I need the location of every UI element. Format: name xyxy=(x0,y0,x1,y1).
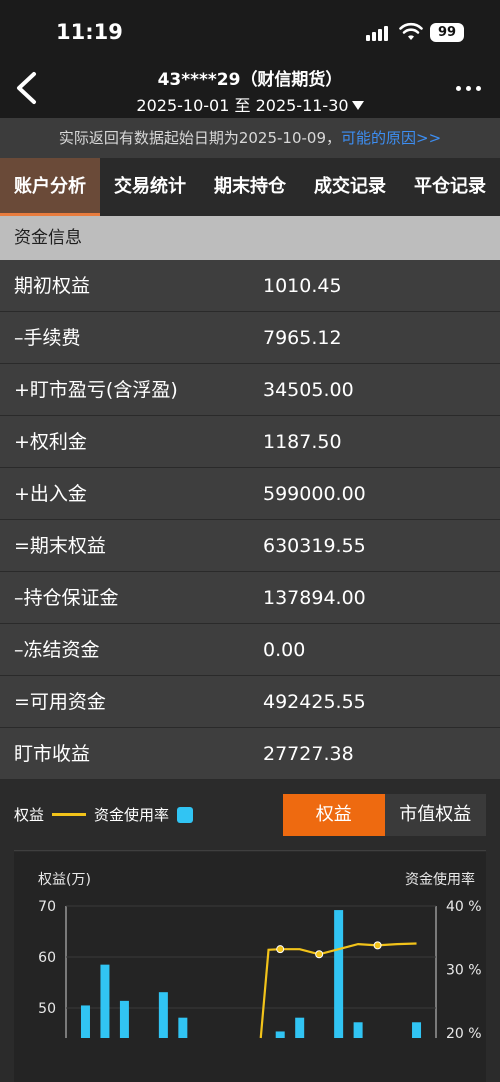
status-time: 11:19 xyxy=(56,20,123,44)
row-value: 1010.45 xyxy=(263,275,342,297)
list-item: 期初权益 1010.45 xyxy=(0,260,500,312)
row-label: +出入金 xyxy=(14,483,87,505)
row-value: 27727.38 xyxy=(263,743,354,765)
row-label: –持仓保证金 xyxy=(14,587,119,609)
right-tick-label: 40 % xyxy=(446,899,482,915)
list-item: –手续费 7965.12 xyxy=(0,312,500,364)
notice-text: 实际返回有数据起始日期为2025-10-09， xyxy=(58,129,342,147)
left-axis-title: 权益(万) xyxy=(38,872,91,888)
bar xyxy=(119,1000,129,1038)
equity-usage-chart: 权益(万) 资金使用率 70 60 50 40 % 30 % 20 % xyxy=(14,852,486,1082)
row-label: +权利金 xyxy=(14,431,87,453)
row-label: +盯市盈亏(含浮盈) xyxy=(14,379,178,401)
status-bar: 11:19 99 xyxy=(0,0,500,60)
tab-account-analysis[interactable]: 账户分析 xyxy=(0,158,100,216)
row-value: 1187.50 xyxy=(263,431,342,453)
right-tick-label: 30 % xyxy=(446,963,482,979)
left-tick-label: 60 xyxy=(38,950,56,966)
line-point xyxy=(315,950,324,959)
row-value: 0.00 xyxy=(263,639,306,661)
account-title: 43****29（财信期货） xyxy=(157,70,343,90)
right-axis-title: 资金使用率 xyxy=(405,871,475,888)
notice-reason-link[interactable]: 可能的原因>> xyxy=(341,129,441,147)
bar xyxy=(412,1022,422,1038)
bar xyxy=(158,992,168,1038)
tab-bar: 账户分析 交易统计 期末持仓 成交记录 平仓记录 xyxy=(0,158,500,216)
tab-close-records[interactable]: 平仓记录 xyxy=(400,158,500,216)
row-label: –冻结资金 xyxy=(14,639,100,661)
row-label: –手续费 xyxy=(14,327,81,349)
more-icon[interactable] xyxy=(456,84,484,94)
bar xyxy=(80,1005,90,1038)
row-value: 492425.55 xyxy=(263,691,366,713)
chart-panel: 权益 资金使用率 权益 市值权益 权益(万) 资金使用率 70 60 50 40 % 3… xyxy=(0,780,500,1082)
row-value: 137894.00 xyxy=(263,587,366,609)
fund-info-list: 期初权益 1010.45 –手续费 7965.12 +盯市盈亏(含浮盈) 34505.… xyxy=(0,260,500,780)
left-tick-label: 50 xyxy=(38,1001,56,1017)
row-label: 期初权益 xyxy=(14,275,91,297)
data-notice: 实际返回有数据起始日期为2025-10-09，可能的原因>> xyxy=(0,118,500,158)
battery-icon: 99 xyxy=(430,23,464,42)
signal-icon xyxy=(366,25,392,41)
tab-trade-records[interactable]: 成交记录 xyxy=(300,158,400,216)
fund-info-header: 资金信息 xyxy=(0,216,500,260)
date-range-selector[interactable]: 2025-10-01 至 2025-11-30 xyxy=(0,92,500,116)
list-item: +出入金 599000.00 xyxy=(0,468,500,520)
bar xyxy=(178,1017,188,1038)
list-item: =期末权益 630319.55 xyxy=(0,520,500,572)
list-item: 盯市收益 27727.38 xyxy=(0,728,500,780)
row-label: 盯市收益 xyxy=(14,743,91,765)
bar xyxy=(275,1031,285,1038)
row-value: 630319.55 xyxy=(263,535,366,557)
bar xyxy=(353,1022,363,1038)
row-value: 599000.00 xyxy=(263,483,366,505)
list-item: –持仓保证金 137894.00 xyxy=(0,572,500,624)
row-label: =期末权益 xyxy=(14,535,106,557)
list-item: +盯市盈亏(含浮盈) 34505.00 xyxy=(0,364,500,416)
wifi-icon xyxy=(399,22,423,40)
right-tick-label: 20 % xyxy=(446,1026,482,1042)
row-label: =可用资金 xyxy=(14,691,106,713)
nav-bar: 43****29（财信期货） 2025-10-01 至 2025-11-30 xyxy=(0,60,500,118)
bar xyxy=(334,910,344,1038)
list-item: +权利金 1187.50 xyxy=(0,416,500,468)
tab-trade-stats[interactable]: 交易统计 xyxy=(100,158,200,216)
bar xyxy=(100,964,110,1038)
bar xyxy=(295,1017,305,1038)
tab-end-positions[interactable]: 期末持仓 xyxy=(200,158,300,216)
row-value: 7965.12 xyxy=(263,327,342,349)
list-item: =可用资金 492425.55 xyxy=(0,676,500,728)
caret-down-icon xyxy=(351,101,364,110)
left-tick-label: 70 xyxy=(38,899,56,915)
line-point xyxy=(276,945,285,954)
line-point xyxy=(373,941,382,950)
date-range-text: 2025-10-01 至 2025-11-30 xyxy=(136,96,349,115)
row-value: 34505.00 xyxy=(263,379,354,401)
list-item: –冻结资金 0.00 xyxy=(0,624,500,676)
